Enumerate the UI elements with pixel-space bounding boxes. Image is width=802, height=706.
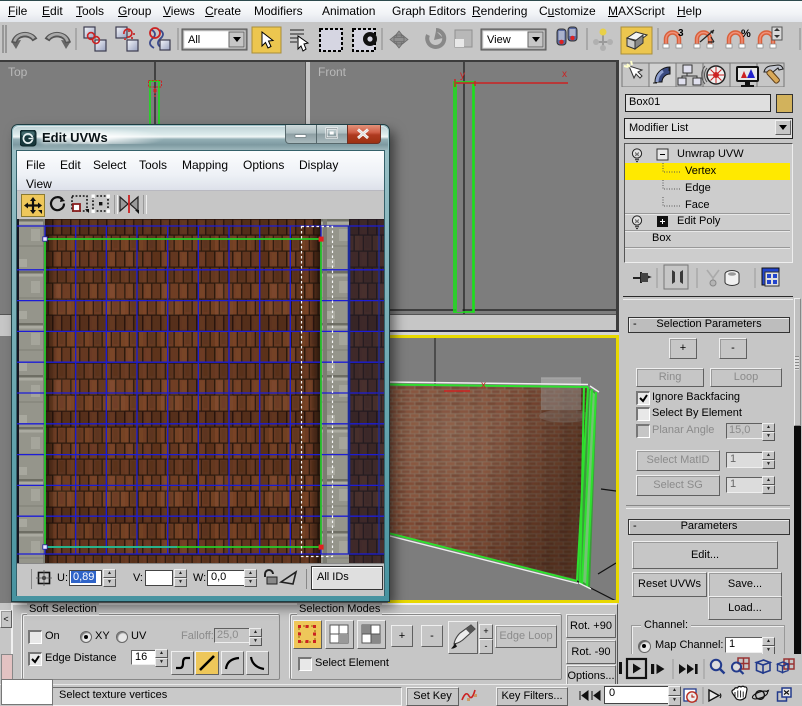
svg-text:y: y xyxy=(460,70,465,81)
svg-text:x: x xyxy=(562,69,567,80)
svg-text:3: 3 xyxy=(678,28,684,39)
svg-text:%: % xyxy=(741,28,751,40)
svg-text:All: All xyxy=(188,34,200,46)
svg-text:x: x xyxy=(481,380,486,391)
svg-text:View: View xyxy=(487,34,511,46)
